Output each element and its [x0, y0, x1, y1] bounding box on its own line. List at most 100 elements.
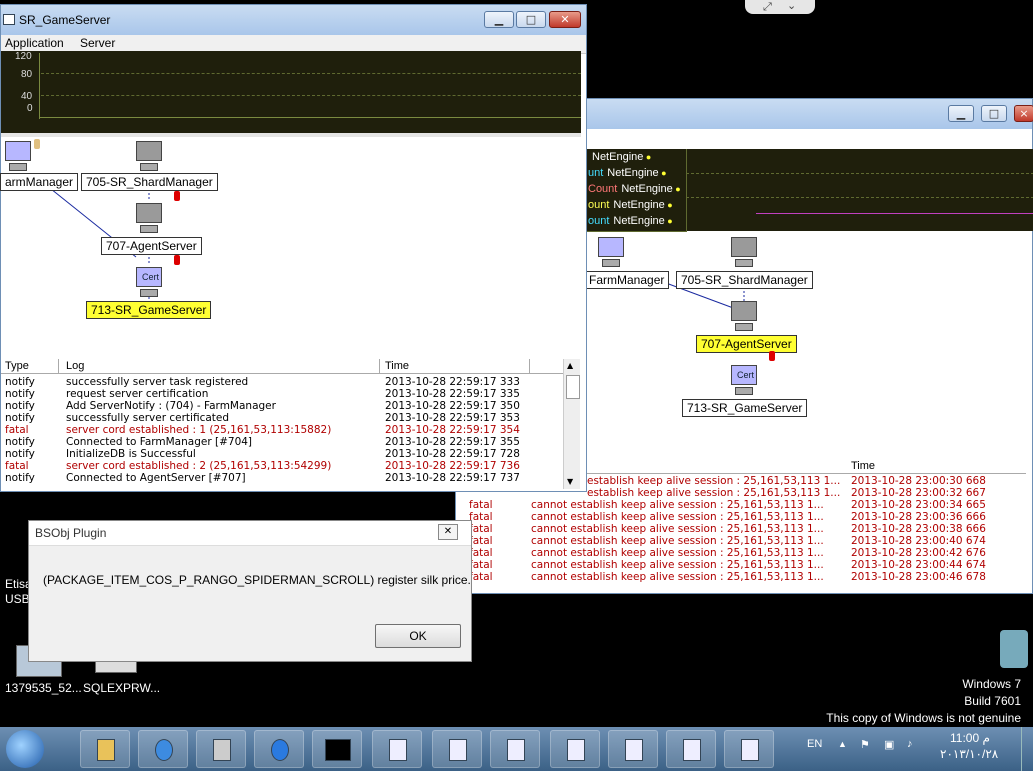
- table-row[interactable]: notify Connected to FarmManager [#704] 201…: [1, 436, 561, 448]
- table-row[interactable]: fatal cannot establish keep alive session…: [456, 535, 1026, 547]
- table-row[interactable]: fatal cannot establish keep alive session…: [456, 547, 1026, 559]
- table-row[interactable]: fatal server cord established : 1 (25,161…: [1, 424, 561, 436]
- table-row[interactable]: fatal cannot establish keep alive session…: [456, 559, 1026, 571]
- farm-manager-node[interactable]: [596, 237, 626, 271]
- agent-server-label[interactable]: 707-AgentServer: [101, 237, 202, 255]
- log-cell-type: fatal: [469, 499, 493, 511]
- table-row[interactable]: notify successfully server task registere…: [1, 376, 561, 388]
- taskbar-window-7[interactable]: [724, 730, 774, 768]
- shard-manager-node[interactable]: [134, 141, 164, 175]
- legend-prefix: unt: [588, 167, 604, 179]
- taskbar-window-2[interactable]: [432, 730, 482, 768]
- time-column-header[interactable]: Time: [851, 460, 875, 472]
- table-row[interactable]: fatal server cord established : 2 (25,161…: [1, 460, 561, 472]
- close-button[interactable]: ✕: [549, 11, 581, 28]
- log-cell-time: 2013-10-28 23:00:36 666: [851, 511, 986, 523]
- desktop-icon-label-2[interactable]: SQLEXPRW...: [83, 681, 160, 695]
- game-server-label[interactable]: 713-SR_GameServer: [682, 399, 808, 417]
- chevron-down-icon[interactable]: ⌄: [787, 0, 796, 12]
- taskbar-window-6[interactable]: [666, 730, 716, 768]
- table-row[interactable]: notify InitializeDB is Successful 2013-10-…: [1, 448, 561, 460]
- agent-server-label[interactable]: 707-AgentServer: [696, 335, 797, 353]
- table-row[interactable]: notify Connected to AgentServer [#707] 201…: [1, 472, 561, 484]
- performance-graph: 120 80 40 0: [1, 51, 581, 133]
- table-row[interactable]: notify Add ServerNotify : (704) - FarmMan…: [1, 400, 561, 412]
- type-column-header[interactable]: Type: [5, 360, 29, 372]
- shard-manager-label[interactable]: 705-SR_ShardManager: [81, 173, 218, 191]
- desktop-icon-label-1[interactable]: 1379535_52...: [5, 681, 82, 695]
- tick-40: 40: [21, 91, 33, 102]
- log-cell-log: request server certification: [66, 388, 209, 400]
- legend-item: NetEngine ●: [588, 151, 651, 163]
- taskbar-window-4[interactable]: [550, 730, 600, 768]
- taskbar-tool[interactable]: [196, 730, 246, 768]
- table-row[interactable]: notify successfully server certificated 20…: [1, 412, 561, 424]
- start-button[interactable]: [6, 730, 44, 768]
- log-cell-log: cannot establish keep alive session : 25…: [531, 571, 824, 583]
- clock-time[interactable]: 11:00 م: [950, 731, 990, 745]
- log-cell-type: fatal: [469, 571, 493, 583]
- log-cell-type: notify: [5, 472, 35, 484]
- log-column-header[interactable]: Log: [66, 360, 84, 372]
- action-center-icon[interactable]: ⚑: [860, 738, 870, 751]
- agent-server-node[interactable]: [134, 203, 164, 237]
- side-gadget-icon[interactable]: [1000, 630, 1028, 668]
- game-server-node[interactable]: Cert: [134, 267, 164, 301]
- shard-manager-label[interactable]: 705-SR_ShardManager: [676, 271, 813, 289]
- graph-axis: [39, 53, 40, 119]
- taskbar-teamviewer[interactable]: [138, 730, 188, 768]
- menu-server[interactable]: Server: [80, 36, 115, 50]
- log-cell-log: server cord established : 2 (25,161,53,1…: [66, 460, 332, 472]
- plugin-dialog[interactable]: BSObj Plugin (PACKAGE_ITEM_COS_P_RANGO_S…: [28, 520, 472, 662]
- scroll-thumb[interactable]: [566, 375, 580, 399]
- table-row[interactable]: fatal cannot establish keep alive session…: [456, 511, 1026, 523]
- minimize-button[interactable]: ▁: [948, 105, 974, 122]
- game-server-label[interactable]: 713-SR_GameServer: [86, 301, 212, 319]
- fullscreen-icon[interactable]: ⤢: [763, 0, 772, 14]
- farm-manager-label[interactable]: armManager: [0, 173, 79, 191]
- language-indicator[interactable]: EN: [807, 738, 822, 750]
- desktop-icon-label-usb[interactable]: USB: [5, 592, 30, 606]
- taskbar-window-3[interactable]: [490, 730, 540, 768]
- table-row[interactable]: fatal cannot establish keep alive session…: [456, 523, 1026, 535]
- remote-toolbar[interactable]: ⤢ ⌄: [745, 0, 815, 14]
- table-row[interactable]: fatal cannot establish keep alive session…: [456, 499, 1026, 511]
- scroll-up-arrow[interactable]: ▲: [567, 361, 573, 370]
- agent-server-node[interactable]: [729, 301, 759, 335]
- scroll-down-arrow[interactable]: ▼: [567, 477, 573, 486]
- taskbar-explorer[interactable]: [80, 730, 130, 768]
- farm-manager-node[interactable]: [3, 141, 33, 175]
- dialog-close-button[interactable]: ✕: [438, 524, 458, 540]
- shard-manager-node[interactable]: [729, 237, 759, 271]
- time-column-header[interactable]: Time: [385, 360, 409, 372]
- log-scrollbar[interactable]: ▲ ▼: [563, 359, 580, 489]
- volume-icon[interactable]: ♪: [907, 738, 913, 750]
- tray-expand-icon[interactable]: ▲: [838, 739, 847, 749]
- maximize-button[interactable]: □: [516, 11, 546, 28]
- watermark-line-1: Windows 7: [962, 677, 1021, 691]
- maximize-button[interactable]: □: [981, 105, 1007, 122]
- dialog-titlebar[interactable]: BSObj Plugin: [29, 521, 471, 546]
- taskbar-app[interactable]: [254, 730, 304, 768]
- network-icon[interactable]: ▣: [884, 738, 894, 751]
- farm-manager-label[interactable]: FarmManager: [584, 271, 670, 289]
- table-row[interactable]: notify request server certification 2013-1…: [1, 388, 561, 400]
- minimize-button[interactable]: ▁: [484, 11, 514, 28]
- main-window[interactable]: SR_GameServer ▁ □ ✕ Application Server 1…: [0, 4, 587, 492]
- taskbar-window-5[interactable]: [608, 730, 658, 768]
- close-button[interactable]: ×: [1014, 105, 1033, 122]
- taskbar-cmd[interactable]: [312, 730, 362, 768]
- legend-dot-icon: ●: [658, 168, 667, 178]
- taskbar: EN ▲ ⚑ ▣ ♪ 11:00 م ٢٠١٣/١٠/٢٨: [0, 727, 1033, 771]
- menu-application[interactable]: Application: [5, 36, 64, 50]
- show-desktop-button[interactable]: [1021, 727, 1033, 771]
- table-row[interactable]: fatal cannot establish keep alive session…: [456, 571, 1026, 583]
- clock-date[interactable]: ٢٠١٣/١٠/٢٨: [940, 747, 998, 761]
- main-window-titlebar[interactable]: SR_GameServer ▁ □ ✕: [1, 5, 586, 35]
- log-cell-log: Add ServerNotify : (704) - FarmManager: [66, 400, 276, 412]
- legend-label: NetEngine: [592, 151, 644, 163]
- taskbar-window-1[interactable]: [372, 730, 422, 768]
- ok-button[interactable]: OK: [375, 624, 461, 648]
- legend-item: ount NetEngine ●: [588, 215, 673, 227]
- game-server-node[interactable]: Cert: [729, 365, 759, 399]
